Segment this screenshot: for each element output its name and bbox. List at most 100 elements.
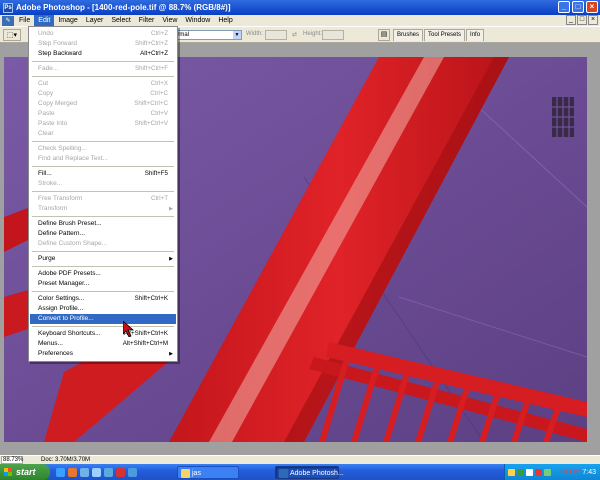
document-icon[interactable]: ✎ <box>2 15 14 26</box>
quick-launch <box>56 467 137 477</box>
menu-item-label: Find and Replace Text... <box>38 155 108 162</box>
menu-item-purge[interactable]: Purge ▶ <box>30 254 176 264</box>
menu-item-shortcut: Shift+Ctrl+Z <box>134 40 168 47</box>
menu-help[interactable]: Help <box>214 15 236 26</box>
menu-window[interactable]: Window <box>181 15 214 26</box>
menu-item-check-spelling[interactable]: Check Spelling... <box>30 144 176 154</box>
menu-image[interactable]: Image <box>54 15 81 26</box>
menu-item-find-and-replace-text[interactable]: Find and Replace Text... <box>30 154 176 164</box>
menu-filter[interactable]: Filter <box>135 15 159 26</box>
menu-item-assign-profile[interactable]: Assign Profile... <box>30 304 176 314</box>
window-title: Adobe Photoshop - [1400-red-pole.tif @ 8… <box>16 3 231 12</box>
menu-item-transform[interactable]: Transform ▶ <box>30 204 176 214</box>
menu-item-copy-merged[interactable]: Copy Merged Shift+Ctrl+C <box>30 99 176 109</box>
menu-bar: ✎ File Edit Image Layer Select Filter Vi… <box>0 15 600 26</box>
menu-item-cut[interactable]: Cut Ctrl+X <box>30 79 176 89</box>
menu-item-label: Define Custom Shape... <box>38 240 108 247</box>
tray-network-icon[interactable] <box>517 468 524 476</box>
menu-item-fade[interactable]: Fade... Shift+Ctrl+F <box>30 64 176 74</box>
menu-item-shortcut: Ctrl+C <box>150 90 168 97</box>
zoom-level-field[interactable]: 88.73% <box>1 456 23 464</box>
acrobat-icon[interactable] <box>116 467 125 477</box>
menu-item-define-brush-preset[interactable]: Define Brush Preset... <box>30 219 176 229</box>
menu-item-keyboard-shortcuts[interactable]: Keyboard Shortcuts... Alt+Shift+Ctrl+K <box>30 329 176 339</box>
menu-item-copy[interactable]: Copy Ctrl+C <box>30 89 176 99</box>
tray-security-icon[interactable] <box>535 468 542 476</box>
menu-item-convert-to-profile[interactable]: Convert to Profile... <box>30 314 176 324</box>
menu-item-label: Fill... <box>38 170 52 177</box>
menu-item-label: Cut <box>38 80 49 87</box>
menu-select[interactable]: Select <box>107 15 134 26</box>
menu-item-adobe-pdf-presets[interactable]: Adobe PDF Presets... <box>30 269 176 279</box>
menu-item-clear[interactable]: Clear <box>30 129 176 139</box>
menu-item-define-custom-shape[interactable]: Define Custom Shape... <box>30 239 176 249</box>
media-player-icon[interactable] <box>92 467 101 477</box>
menu-item-paste-into[interactable]: Paste Into Shift+Ctrl+V <box>30 119 176 129</box>
menu-item-step-forward[interactable]: Step Forward Shift+Ctrl+Z <box>30 39 176 49</box>
menu-layer[interactable]: Layer <box>82 15 108 26</box>
menu-item-shortcut: Shift+F5 <box>144 170 168 177</box>
doc-close-button[interactable]: × <box>588 15 598 25</box>
internet-explorer-icon[interactable] <box>56 467 65 477</box>
tray-update-icon[interactable] <box>544 468 551 476</box>
outlook-icon[interactable] <box>104 467 113 477</box>
tray-app-icon[interactable] <box>508 468 515 476</box>
menu-view[interactable]: View <box>158 15 181 26</box>
menu-item-free-transform[interactable]: Free Transform Ctrl+T <box>30 194 176 204</box>
menu-item-step-backward[interactable]: Step Backward Alt+Ctrl+Z <box>30 49 176 59</box>
tab-brushes[interactable]: Brushes <box>393 29 424 41</box>
menu-item-label: Step Forward <box>38 40 78 47</box>
menu-item-label: Free Transform <box>38 195 83 202</box>
task-photoshop[interactable]: Adobe Photosh... <box>275 465 344 479</box>
tab-tool-presets[interactable]: Tool Presets <box>424 29 466 41</box>
marquee-tool-preset-icon[interactable]: ⬚▾ <box>3 29 21 41</box>
task-jas[interactable]: jas <box>177 465 239 479</box>
menu-item-undo[interactable]: Undo Ctrl+Z <box>30 29 176 39</box>
menu-item-label: Adobe PDF Presets... <box>38 270 101 277</box>
menu-item-stroke[interactable]: Stroke... <box>30 179 176 189</box>
document-size[interactable]: Doc: 3.70M/3.70M <box>41 457 90 463</box>
start-button[interactable]: start <box>0 464 50 480</box>
menu-item-label: Transform <box>38 205 68 212</box>
doc-minimize-button[interactable]: _ <box>566 15 576 25</box>
menu-item-define-pattern[interactable]: Define Pattern... <box>30 229 176 239</box>
firefox-icon[interactable] <box>68 467 77 477</box>
photoshop-app-icon[interactable]: Ps <box>3 2 13 13</box>
menu-item-preferences[interactable]: Preferences ▶ <box>30 349 176 359</box>
start-label: start <box>16 467 36 477</box>
tray-volume-icon[interactable] <box>526 468 533 476</box>
menu-item-paste[interactable]: Paste Ctrl+V <box>30 109 176 119</box>
submenu-arrow-icon: ▶ <box>169 256 173 262</box>
window-controls: _ □ × <box>558 1 598 13</box>
swap-icon[interactable]: ⇄ <box>292 31 297 38</box>
menu-item-label: Copy Merged <box>38 100 78 107</box>
menu-item-color-settings[interactable]: Color Settings... Shift+Ctrl+K <box>30 294 176 304</box>
clock-date: 19 Oct <box>559 468 581 476</box>
menu-edit[interactable]: Edit <box>34 15 55 26</box>
tab-info[interactable]: Info <box>466 29 485 41</box>
minimize-button[interactable]: _ <box>558 1 570 13</box>
height-input[interactable] <box>322 30 344 40</box>
menu-item-fill[interactable]: Fill... Shift+F5 <box>30 169 176 179</box>
menu-item-shortcut: Shift+Ctrl+C <box>134 100 168 107</box>
menu-item-label: Copy <box>38 90 54 97</box>
explorer-icon[interactable] <box>128 467 137 477</box>
style-select[interactable]: ormal ▼ <box>172 30 242 40</box>
menu-separator <box>32 191 174 192</box>
photoshop-icon <box>279 468 288 478</box>
menu-separator <box>32 61 174 62</box>
clock[interactable]: 19 Oct 7:43 <box>560 469 600 476</box>
maximize-button[interactable]: □ <box>572 1 584 13</box>
menu-item-label: Define Pattern... <box>38 230 85 237</box>
doc-restore-button[interactable]: □ <box>577 15 587 25</box>
close-button[interactable]: × <box>586 1 598 13</box>
menu-item-shortcut: Ctrl+X <box>150 80 168 87</box>
menu-item-menus[interactable]: Menus... Alt+Shift+Ctrl+M <box>30 339 176 349</box>
show-desktop-icon[interactable] <box>80 467 89 477</box>
menu-file[interactable]: File <box>15 15 34 26</box>
menu-item-label: Keyboard Shortcuts... <box>38 330 101 337</box>
palette-well-icon[interactable]: ▤ <box>378 29 390 41</box>
menu-item-preset-manager[interactable]: Preset Manager... <box>30 279 176 289</box>
mouse-pointer-icon <box>123 321 135 337</box>
width-input[interactable] <box>265 30 287 40</box>
